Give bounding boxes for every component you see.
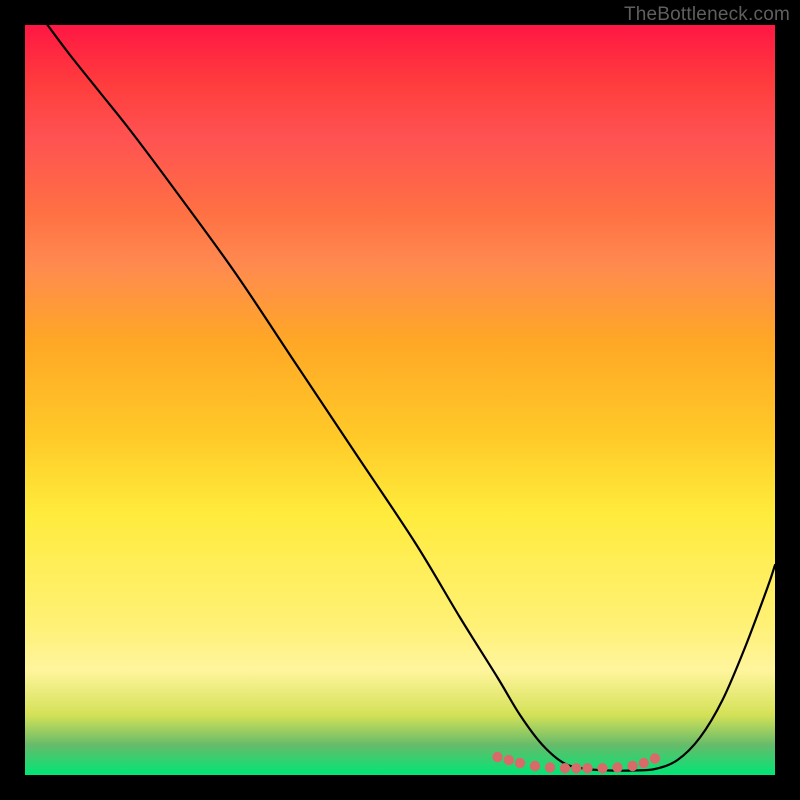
optimal-dot (627, 761, 637, 771)
optimal-range-dots (492, 752, 660, 774)
optimal-dot (650, 753, 660, 763)
optimal-dot (639, 758, 649, 768)
optimal-dot (545, 762, 555, 772)
plot-area (25, 25, 775, 775)
optimal-dot (560, 763, 570, 773)
curve-svg (25, 25, 775, 775)
optimal-dot (492, 752, 502, 762)
optimal-dot (571, 763, 581, 773)
optimal-dot (515, 758, 525, 768)
watermark-text: TheBottleneck.com (624, 4, 790, 26)
optimal-dot (597, 763, 607, 773)
optimal-dot (582, 763, 592, 773)
bottleneck-curve-path (48, 25, 776, 771)
optimal-dot (612, 762, 622, 772)
chart-canvas: TheBottleneck.com (0, 0, 800, 800)
optimal-dot (530, 761, 540, 771)
optimal-dot (504, 755, 514, 765)
